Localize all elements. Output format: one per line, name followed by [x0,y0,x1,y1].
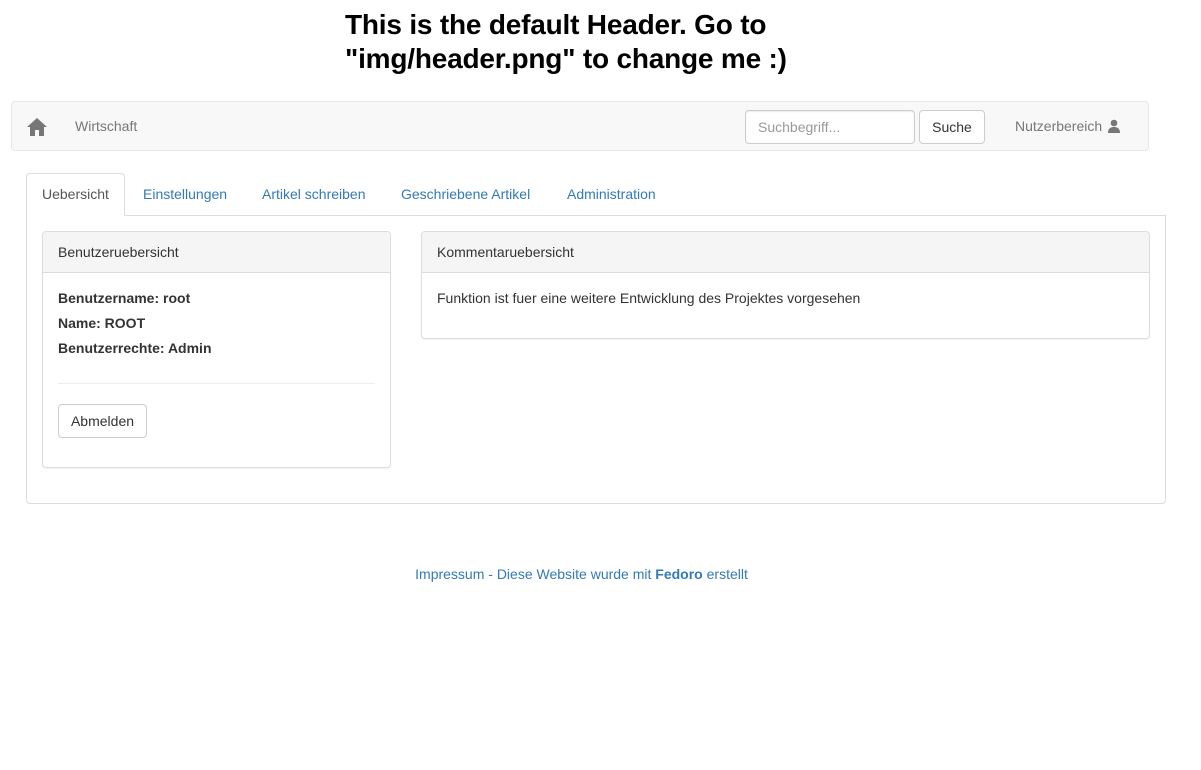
user-area-link[interactable]: Nutzerbereich [1015,118,1121,134]
header-image: This is the default Header. Go to "img/h… [345,8,865,78]
tab-uebersicht[interactable]: Uebersicht [26,173,125,216]
search-input[interactable] [745,110,915,144]
home-icon[interactable] [26,116,48,138]
header-line-2: "img/header.png" to change me :) [345,43,787,74]
comment-panel-heading: Kommentaruebersicht [422,232,1149,273]
user-area-label: Nutzerbereich [1015,118,1103,134]
comment-overview-panel: Kommentaruebersicht Funktion ist fuer ei… [421,231,1150,339]
search-button[interactable]: Suche [919,110,985,144]
user-overview-panel: Benutzeruebersicht Benutzername: root Na… [42,231,391,468]
logout-button[interactable]: Abmelden [58,404,147,438]
footer-text-end: erstellt [702,566,748,582]
user-icon [1107,119,1121,133]
divider [58,383,375,384]
nav-brand-link[interactable]: Wirtschaft [75,118,137,134]
tab-artikel-schreiben[interactable]: Artikel schreiben [262,173,366,215]
fedoro-link[interactable]: Fedoro [655,566,702,582]
name-info: Name: ROOT [58,315,146,331]
tab-administration[interactable]: Administration [567,173,656,215]
tab-einstellungen[interactable]: Einstellungen [143,173,227,215]
header-line-1: This is the default Header. Go to [345,9,767,40]
impressum-link[interactable]: Impressum [415,566,484,582]
navbar: Wirtschaft Suche Nutzerbereich [11,101,1149,151]
comment-panel-text: Funktion ist fuer eine weitere Entwicklu… [437,290,861,306]
user-panel-heading: Benutzeruebersicht [43,232,390,273]
tab-bar: Uebersicht Einstellungen Artikel schreib… [26,173,1166,216]
footer: Impressum - Diese Website wurde mit Fedo… [0,566,1163,582]
user-rights-info: Benutzerrechte: Admin [58,340,212,356]
tab-geschriebene-artikel[interactable]: Geschriebene Artikel [401,173,530,215]
username-info: Benutzername: root [58,290,191,306]
footer-text: - Diese Website wurde mit [484,566,656,582]
